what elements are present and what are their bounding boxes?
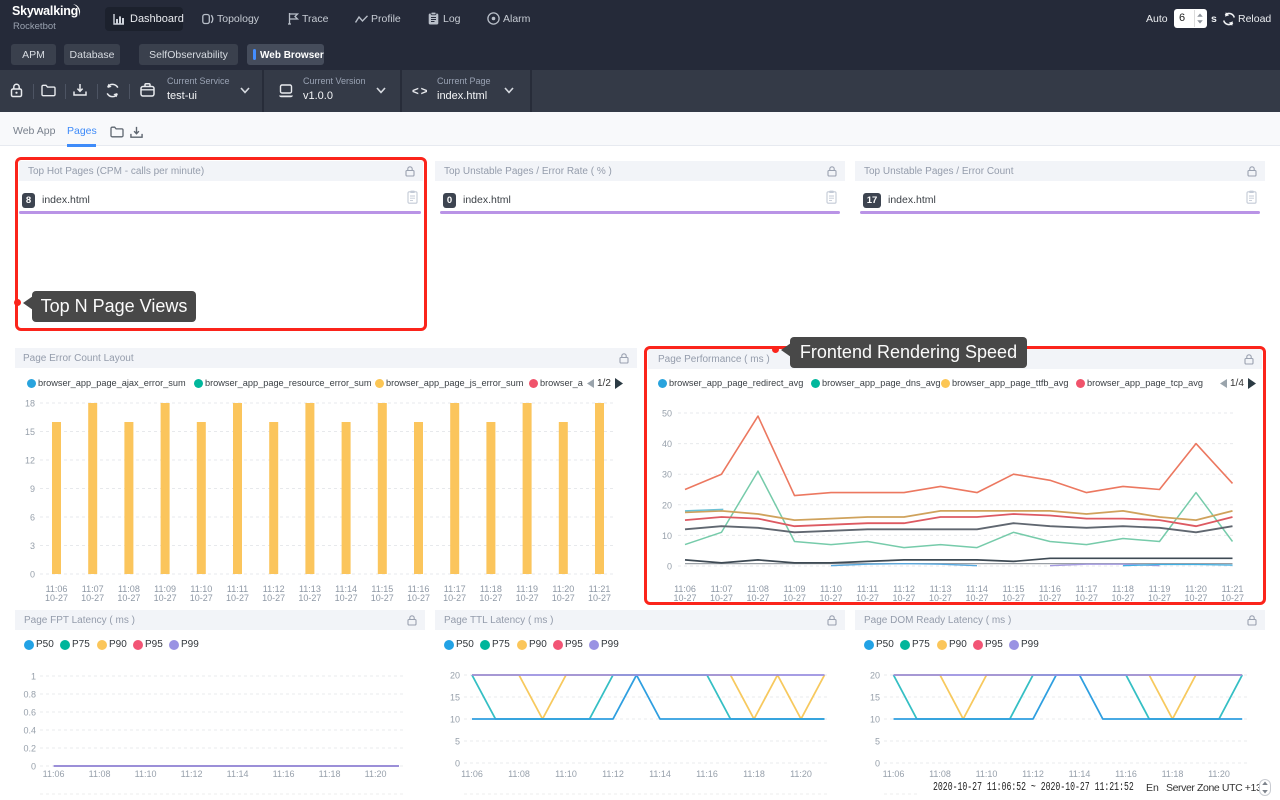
svg-text:11:14: 11:14 (649, 769, 671, 779)
svg-text:10-27: 10-27 (154, 593, 177, 603)
svg-text:15: 15 (870, 693, 880, 703)
svg-text:11:16: 11:16 (696, 769, 718, 779)
svg-text:11:12: 11:12 (602, 769, 624, 779)
svg-text:0.8: 0.8 (23, 690, 36, 700)
svg-text:11:06: 11:06 (43, 769, 65, 779)
svg-text:11:18: 11:18 (319, 769, 341, 779)
svg-text:0: 0 (875, 759, 880, 769)
svg-text:18: 18 (25, 399, 35, 409)
svg-text:11:14: 11:14 (227, 769, 249, 779)
svg-text:6: 6 (30, 513, 35, 523)
svg-text:9: 9 (30, 484, 35, 494)
svg-text:10-27: 10-27 (262, 593, 285, 603)
svg-text:10-27: 10-27 (479, 593, 502, 603)
svg-text:20: 20 (870, 671, 880, 681)
svg-text:0: 0 (30, 570, 35, 580)
svg-text:10-27: 10-27 (81, 593, 104, 603)
svg-text:11:18: 11:18 (743, 769, 765, 779)
svg-text:11:10: 11:10 (555, 769, 577, 779)
svg-text:0: 0 (455, 759, 460, 769)
svg-text:11:20: 11:20 (1208, 769, 1230, 779)
svg-text:11:12: 11:12 (1022, 769, 1044, 779)
svg-text:10-27: 10-27 (226, 593, 249, 603)
svg-text:0: 0 (31, 762, 36, 772)
svg-text:10-27: 10-27 (407, 593, 430, 603)
svg-text:20: 20 (450, 671, 460, 681)
svg-text:10: 10 (870, 715, 880, 725)
svg-text:11:06: 11:06 (883, 769, 905, 779)
svg-text:10-27: 10-27 (552, 593, 575, 603)
svg-text:0.4: 0.4 (23, 726, 36, 736)
svg-text:10-27: 10-27 (335, 593, 358, 603)
svg-text:10-27: 10-27 (443, 593, 466, 603)
svg-text:11:16: 11:16 (273, 769, 295, 779)
svg-text:11:08: 11:08 (508, 769, 530, 779)
svg-text:12: 12 (25, 456, 35, 466)
svg-text:11:10: 11:10 (135, 769, 157, 779)
svg-text:10-27: 10-27 (45, 593, 68, 603)
svg-text:0.2: 0.2 (23, 744, 36, 754)
svg-text:10-27: 10-27 (190, 593, 213, 603)
svg-text:11:08: 11:08 (89, 769, 111, 779)
svg-text:11:06: 11:06 (461, 769, 483, 779)
svg-text:5: 5 (455, 737, 460, 747)
svg-text:11:18: 11:18 (1162, 769, 1184, 779)
svg-text:0.6: 0.6 (23, 708, 36, 718)
svg-text:11:14: 11:14 (1069, 769, 1091, 779)
svg-text:11:20: 11:20 (365, 769, 387, 779)
svg-text:11:12: 11:12 (181, 769, 203, 779)
svg-text:10-27: 10-27 (588, 593, 611, 603)
svg-text:15: 15 (450, 693, 460, 703)
svg-text:10-27: 10-27 (298, 593, 321, 603)
svg-text:3: 3 (30, 541, 35, 551)
svg-text:1: 1 (31, 672, 36, 682)
svg-text:11:16: 11:16 (1115, 769, 1137, 779)
svg-text:11:10: 11:10 (976, 769, 998, 779)
svg-text:10-27: 10-27 (117, 593, 140, 603)
svg-text:11:20: 11:20 (790, 769, 812, 779)
svg-text:11:08: 11:08 (929, 769, 951, 779)
svg-text:10-27: 10-27 (371, 593, 394, 603)
svg-text:15: 15 (25, 427, 35, 437)
svg-text:10: 10 (450, 715, 460, 725)
svg-text:5: 5 (875, 737, 880, 747)
svg-text:10-27: 10-27 (516, 593, 539, 603)
